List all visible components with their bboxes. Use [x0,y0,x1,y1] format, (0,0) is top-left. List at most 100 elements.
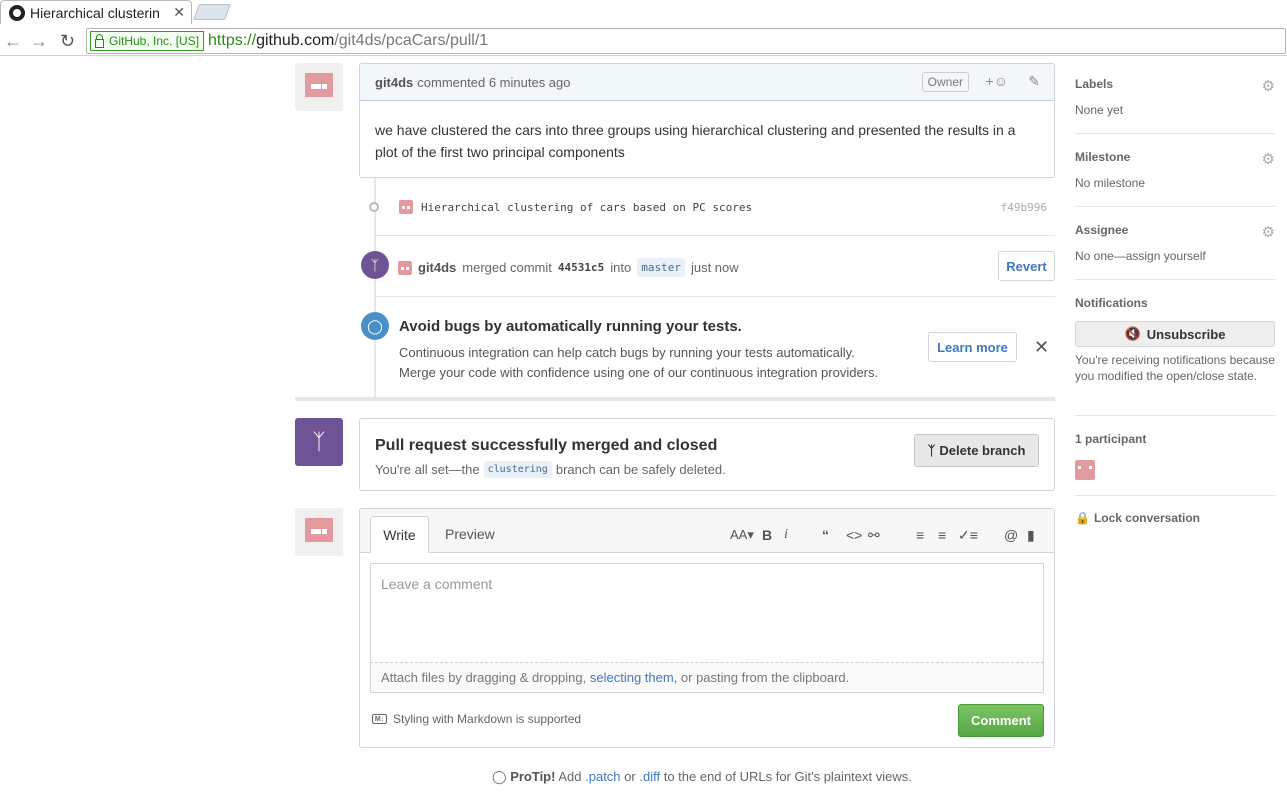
lightbulb-icon: ◯ [361,312,389,340]
edit-pencil-icon[interactable]: ✎ [1028,73,1040,90]
merged-branch-icon: ᛉ [295,418,343,466]
attach-files-bar[interactable]: Attach files by dragging & dropping, sel… [370,663,1044,693]
assignee-value[interactable]: No one—assign yourself [1075,249,1275,263]
comment-header: git4ds commented 6 minutes ago Owner +☺ … [360,64,1054,101]
comment-textarea[interactable]: Leave a comment [370,563,1044,663]
milestone-section: Milestone No milestone ⚙ [1075,150,1275,190]
task-list-icon[interactable]: ✓≡ [958,527,978,544]
divider [1075,415,1275,416]
comment: git4ds commented 6 minutes ago Owner +☺ … [359,63,1055,178]
merge-into-text: into [610,260,632,275]
avatar-small[interactable] [399,200,413,214]
protip-label: ProTip! [510,769,556,784]
avatar[interactable] [295,508,343,556]
comment-time[interactable]: commented 6 minutes ago [417,75,570,90]
divider [1075,133,1275,134]
quote-icon[interactable]: “ [822,527,829,543]
protip-text: Add [558,769,582,784]
participants-section: 1 participant [1075,432,1275,480]
merge-sub-prefix: You're all set—the [375,462,480,477]
text-size-icon[interactable]: AA▾ [730,527,754,543]
github-logo-icon [9,4,25,21]
markdown-note[interactable]: M↓ Styling with Markdown is supported [372,712,581,726]
add-reaction-icon[interactable]: +☺ [986,73,1008,89]
ev-certificate-badge[interactable]: GitHub, Inc. [US] [90,31,205,51]
comment-button[interactable]: Comment [958,704,1044,737]
link-icon[interactable]: ⚯ [868,527,880,544]
divider [1075,206,1275,207]
lightbulb-icon: ◯ [492,769,507,784]
protip-text-end: to the end of URLs for Git's plaintext v… [663,769,912,784]
forward-arrow-icon[interactable]: → [30,31,48,52]
attach-prefix: Attach files by dragging & dropping, [381,670,590,685]
target-branch[interactable]: master [637,258,685,277]
notifications-section: Notifications [1075,296,1275,310]
select-files-link[interactable]: selecting them [590,670,674,685]
delete-branch-label: Delete branch [939,443,1026,458]
divider [375,235,1055,236]
merge-time[interactable]: just now [691,260,739,275]
dismiss-close-icon[interactable]: ✕ [1034,337,1049,358]
url-text: https://github.com/git4ds/pcaCars/pull/1 [208,32,489,49]
markdown-note-text: Styling with Markdown is supported [393,712,582,726]
lock-icon: 🔒 [1075,511,1090,525]
editor-tabs: Write Preview AA▾ B i “ <> ⚯ ≡ ≡ ✓≡ @ ▮ [360,509,1054,553]
comment-editor: Write Preview AA▾ B i “ <> ⚯ ≡ ≡ ✓≡ @ ▮ … [359,508,1055,748]
unsubscribe-label: Unsubscribe [1146,326,1226,342]
labels-heading: Labels [1075,77,1114,91]
lock-conversation-link[interactable]: 🔒 Lock conversation [1075,511,1200,525]
assignee-heading: Assignee [1075,223,1129,237]
merge-author[interactable]: git4ds [418,260,456,275]
commit-message[interactable]: Hierarchical clustering of cars based on… [421,201,752,214]
commit-row: Hierarchical clustering of cars based on… [359,190,1055,224]
url-field[interactable]: GitHub, Inc. [US] https://github.com/git… [86,28,1286,54]
new-tab-button[interactable] [193,4,231,20]
learn-more-button[interactable]: Learn more [928,332,1017,362]
milestone-heading: Milestone [1075,150,1131,164]
patch-link[interactable]: .patch [585,769,620,784]
lock-icon [95,33,104,48]
lock-conversation-label: Lock conversation [1093,511,1200,525]
gear-icon[interactable]: ⚙ [1262,150,1275,168]
tab-write[interactable]: Write [370,516,429,553]
code-icon[interactable]: <> [846,527,862,543]
avatar-small[interactable] [398,260,412,275]
diff-link[interactable]: .diff [639,769,660,784]
ci-line-2: Merge your code with confidence using on… [399,365,879,380]
protip: ◯ ProTip! Add .patch or .diff to the end… [492,769,912,785]
commit-sha[interactable]: f49b996 [1001,201,1047,214]
reload-icon[interactable]: ↻ [60,31,75,52]
mute-icon: 🔇 [1124,326,1141,341]
attach-suffix: , or pasting from the clipboard. [673,670,850,685]
owner-badge: Owner [921,72,969,92]
avatar-small[interactable] [1075,460,1095,480]
revert-button[interactable]: Revert [998,251,1055,281]
ci-title: Avoid bugs by automatically running your… [399,318,742,335]
bullet-list-icon[interactable]: ≡ [916,527,924,543]
comment-author[interactable]: git4ds [375,75,413,90]
merge-icon: ᛉ [361,251,389,279]
gear-icon[interactable]: ⚙ [1262,77,1275,95]
mention-icon[interactable]: @ [1004,527,1018,543]
saved-replies-icon[interactable]: ▮ [1027,527,1035,544]
delete-branch-button[interactable]: ᛉ Delete branch [914,434,1039,467]
gear-icon[interactable]: ⚙ [1262,223,1275,241]
comment-body: we have clustered the cars into three gr… [375,122,1016,160]
avatar[interactable] [295,63,343,111]
close-tab-icon[interactable]: ✕ [173,4,185,21]
notifications-heading: Notifications [1075,296,1148,310]
italic-icon[interactable]: i [784,527,788,543]
browser-tab[interactable]: Hierarchical clusterin ✕ [0,0,192,24]
source-branch[interactable]: clustering [483,461,552,478]
unsubscribe-button[interactable]: 🔇 Unsubscribe [1075,321,1275,347]
back-arrow-icon[interactable]: ← [4,31,22,52]
participants-heading: 1 participant [1075,432,1147,446]
numbered-list-icon[interactable]: ≡ [938,527,946,543]
merge-commit-sha[interactable]: 44531c5 [558,261,604,274]
participant-avatar[interactable] [1075,460,1275,480]
labels-value: None yet [1075,103,1124,117]
bold-icon[interactable]: B [762,527,772,543]
tab-preview[interactable]: Preview [445,526,495,542]
merge-sub-suffix: branch can be safely deleted. [555,462,726,477]
milestone-value: No milestone [1075,176,1146,190]
